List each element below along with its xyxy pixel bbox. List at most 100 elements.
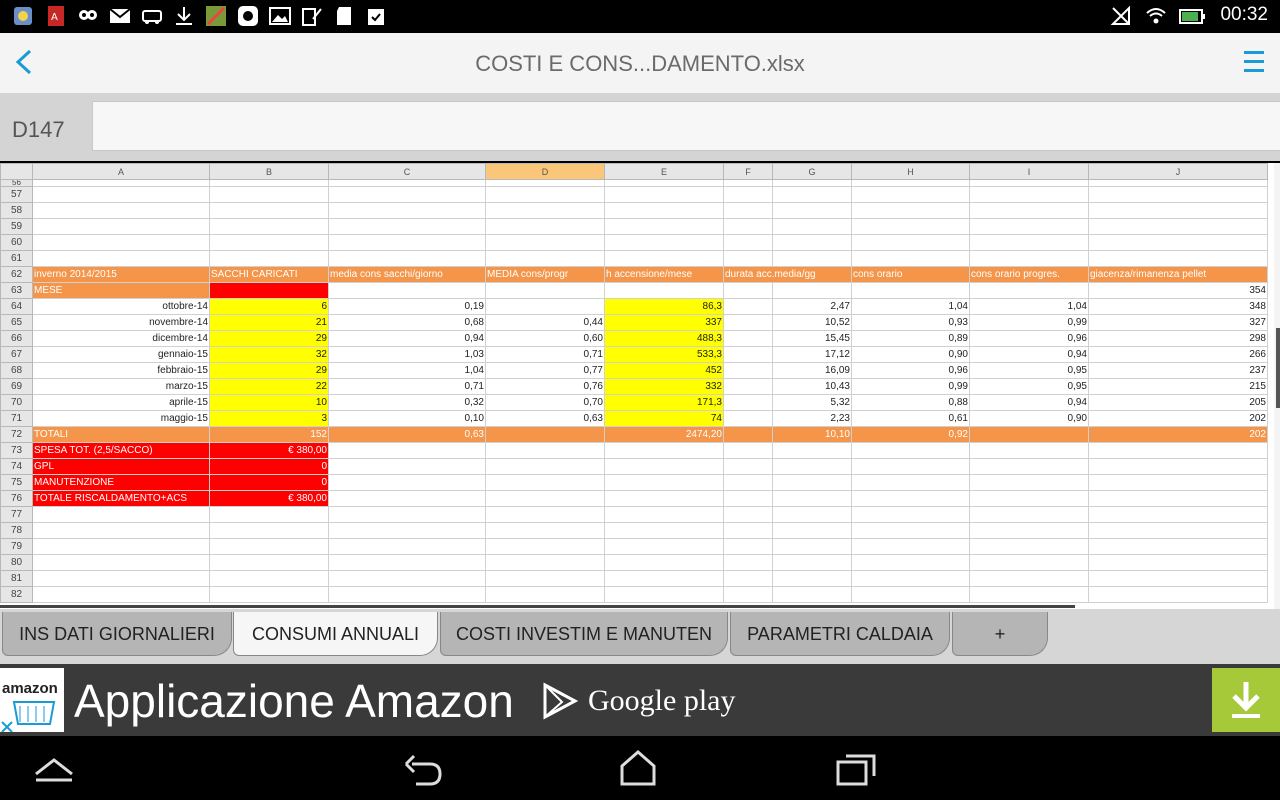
cell[interactable]: 1,04 <box>969 298 1089 315</box>
cell[interactable] <box>723 378 773 395</box>
cell[interactable] <box>485 298 605 315</box>
cell[interactable] <box>604 250 724 267</box>
cell[interactable] <box>485 186 605 203</box>
cell[interactable]: 21 <box>209 314 329 331</box>
cell[interactable] <box>328 218 486 235</box>
column-header-f[interactable]: F <box>723 163 773 180</box>
cell[interactable] <box>328 538 486 555</box>
cell[interactable] <box>851 250 970 267</box>
cell[interactable] <box>851 186 970 203</box>
cell[interactable] <box>723 458 773 475</box>
cell[interactable]: 348 <box>1088 298 1268 315</box>
cell[interactable] <box>32 250 210 267</box>
cell[interactable] <box>604 458 724 475</box>
cell[interactable] <box>485 442 605 459</box>
cell[interactable] <box>485 522 605 539</box>
cell[interactable] <box>209 250 329 267</box>
row-header[interactable]: 60 <box>0 234 33 251</box>
cell[interactable]: gennaio-15 <box>32 346 210 363</box>
cell[interactable] <box>969 202 1089 219</box>
cell[interactable]: 29 <box>209 330 329 347</box>
cell[interactable]: SPESA TOT. (2,5/SACCO) <box>32 442 210 459</box>
cell[interactable]: 3 <box>209 410 329 427</box>
cell[interactable] <box>851 179 970 187</box>
cell[interactable]: 10 <box>209 394 329 411</box>
row-header[interactable]: 73 <box>0 442 33 459</box>
cell[interactable]: 202 <box>1088 426 1268 443</box>
cell[interactable]: 0,89 <box>851 330 970 347</box>
cell[interactable]: 327 <box>1088 314 1268 331</box>
cell[interactable] <box>969 490 1089 507</box>
cell[interactable] <box>485 179 605 187</box>
row-header[interactable]: 70 <box>0 394 33 411</box>
cell[interactable] <box>604 506 724 523</box>
cell[interactable] <box>723 346 773 363</box>
cell[interactable] <box>485 250 605 267</box>
cell[interactable]: MEDIA cons/progr <box>485 266 605 283</box>
cell[interactable] <box>723 586 773 603</box>
cell[interactable] <box>604 474 724 491</box>
cell[interactable] <box>723 490 773 507</box>
cell[interactable] <box>772 490 852 507</box>
cell[interactable]: 0,60 <box>485 330 605 347</box>
add-sheet-button[interactable]: + <box>952 612 1048 656</box>
cell[interactable]: cons orario <box>851 266 970 283</box>
cell[interactable] <box>604 586 724 603</box>
cell[interactable]: 215 <box>1088 378 1268 395</box>
column-header-g[interactable]: G <box>772 163 852 180</box>
ad-banner[interactable]: amazon Applicazione Amazon Google play <box>0 664 1280 736</box>
cell[interactable] <box>723 538 773 555</box>
cell[interactable] <box>851 570 970 587</box>
column-header-d[interactable]: D <box>485 163 605 180</box>
cell[interactable]: 15,45 <box>772 330 852 347</box>
cell[interactable]: 0,88 <box>851 394 970 411</box>
cell[interactable]: 86,3 <box>604 298 724 315</box>
cell[interactable]: 171,3 <box>604 394 724 411</box>
cell[interactable]: 0,99 <box>969 314 1089 331</box>
cell[interactable] <box>32 570 210 587</box>
column-header-c[interactable]: C <box>328 163 486 180</box>
cell[interactable]: 0,61 <box>851 410 970 427</box>
cell[interactable] <box>604 522 724 539</box>
cell[interactable] <box>851 458 970 475</box>
cell[interactable] <box>209 522 329 539</box>
ad-headline[interactable]: Applicazione Amazon <box>74 674 514 728</box>
row-header[interactable]: 77 <box>0 506 33 523</box>
cell[interactable] <box>723 362 773 379</box>
cell[interactable]: 74 <box>604 410 724 427</box>
cell[interactable] <box>32 538 210 555</box>
row-header[interactable]: 58 <box>0 202 33 219</box>
cell[interactable]: febbraio-15 <box>32 362 210 379</box>
cell[interactable] <box>723 554 773 571</box>
cell[interactable] <box>209 202 329 219</box>
cell[interactable] <box>485 458 605 475</box>
cell[interactable] <box>851 586 970 603</box>
cell[interactable] <box>969 474 1089 491</box>
cell[interactable]: 0,19 <box>328 298 486 315</box>
cell[interactable]: 0,90 <box>851 346 970 363</box>
cell[interactable]: 0,96 <box>851 362 970 379</box>
cell[interactable] <box>604 218 724 235</box>
cell[interactable] <box>32 218 210 235</box>
cell[interactable]: 0,90 <box>969 410 1089 427</box>
cell[interactable] <box>1088 442 1268 459</box>
column-header-h[interactable]: H <box>851 163 970 180</box>
cell[interactable]: 266 <box>1088 346 1268 363</box>
cell[interactable] <box>772 570 852 587</box>
cell[interactable] <box>485 426 605 443</box>
cell[interactable] <box>969 538 1089 555</box>
cell[interactable] <box>209 538 329 555</box>
cell[interactable]: 0,63 <box>485 410 605 427</box>
cell[interactable]: 1,04 <box>328 362 486 379</box>
cell[interactable]: 2,23 <box>772 410 852 427</box>
cell[interactable] <box>604 186 724 203</box>
cell[interactable] <box>772 586 852 603</box>
cell[interactable]: MANUTENZIONE <box>32 474 210 491</box>
cell[interactable] <box>772 179 852 187</box>
cell[interactable] <box>772 442 852 459</box>
cell[interactable]: 1,04 <box>851 298 970 315</box>
row-header[interactable]: 78 <box>0 522 33 539</box>
row-header[interactable]: 67 <box>0 346 33 363</box>
cell[interactable]: giacenza/rimanenza pellet <box>1088 266 1268 283</box>
cell[interactable] <box>1088 179 1268 187</box>
